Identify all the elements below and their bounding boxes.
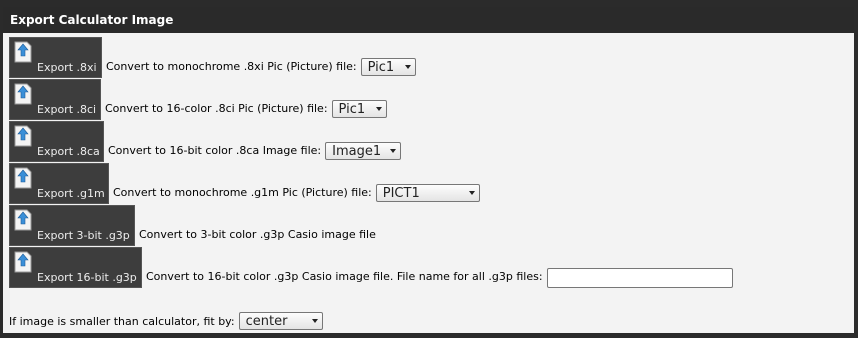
export-upload-icon [14,41,32,63]
pic-8xi-select-value: Pic1 [367,59,395,75]
panel-header: Export Calculator Image [3,7,854,33]
g3p-filename-input[interactable] [546,268,733,288]
export-row-8ci: Export .8ci Convert to 16-color .8ci Pic… [9,79,387,120]
export-g1m-button[interactable]: Export .g1m [9,163,109,204]
chevron-down-icon [390,149,397,153]
export-row-g1m: Export .g1m Convert to monochrome .g1m P… [9,163,480,204]
fit-row: If image is smaller than calculator, fit… [9,312,323,330]
export-16bit-g3p-button[interactable]: Export 16-bit .g3p [9,247,142,288]
export-8ci-description: Convert to 16-color .8ci Pic (Picture) f… [105,102,328,115]
export-8ca-description: Convert to 16-bit color .8ca Image file: [108,144,322,157]
export-row-8xi: Export .8xi Convert to monochrome .8xi P… [9,37,416,78]
export-upload-icon [14,209,32,231]
export-8ci-label: Export .8ci [37,103,97,116]
export-8ci-button[interactable]: Export .8ci [9,79,101,120]
export-row-8ca: Export .8ca Convert to 16-bit color .8ca… [9,121,402,162]
pic-8xi-select[interactable]: Pic1 [360,58,416,76]
export-3bit-g3p-description: Convert to 3-bit color .g3p Casio image … [139,228,376,241]
export-8xi-button[interactable]: Export .8xi [9,37,102,78]
fit-select-value: center [245,313,288,329]
export-8ca-label: Export .8ca [37,145,100,158]
export-upload-icon [14,125,32,147]
panel-content: Export .8xi Convert to monochrome .8xi P… [3,33,854,333]
image-8ca-select-value: Image1 [332,143,382,159]
export-8xi-label: Export .8xi [37,61,97,74]
pict-g1m-select-value: PICT1 [382,185,420,201]
export-upload-icon [14,251,32,273]
pic-8ci-select-value: Pic1 [338,101,366,117]
export-panel: Export Calculator Image Export .8xi Conv… [3,7,854,333]
chevron-down-icon [375,107,382,111]
export-8xi-description: Convert to monochrome .8xi Pic (Picture)… [106,60,357,73]
export-g1m-description: Convert to monochrome .g1m Pic (Picture)… [113,186,372,199]
export-g1m-label: Export .g1m [37,187,105,200]
export-upload-icon [14,167,32,189]
chevron-down-icon [404,65,411,69]
panel-title: Export Calculator Image [10,13,174,27]
export-8ca-button[interactable]: Export .8ca [9,121,104,162]
export-upload-icon [14,83,32,105]
fit-select[interactable]: center [238,312,323,330]
export-16bit-g3p-description: Convert to 16-bit color .g3p Casio image… [146,270,543,283]
chevron-down-icon [468,191,475,195]
export-row-3bit-g3p: Export 3-bit .g3p Convert to 3-bit color… [9,205,376,246]
export-16bit-g3p-label: Export 16-bit .g3p [37,271,137,284]
image-8ca-select[interactable]: Image1 [325,142,402,160]
pict-g1m-select[interactable]: PICT1 [375,184,480,202]
fit-label: If image is smaller than calculator, fit… [9,314,235,328]
export-3bit-g3p-label: Export 3-bit .g3p [37,229,130,242]
export-row-16bit-g3p: Export 16-bit .g3p Convert to 16-bit col… [9,247,733,288]
export-3bit-g3p-button[interactable]: Export 3-bit .g3p [9,205,135,246]
pic-8ci-select[interactable]: Pic1 [331,100,387,118]
chevron-down-icon [311,319,318,323]
